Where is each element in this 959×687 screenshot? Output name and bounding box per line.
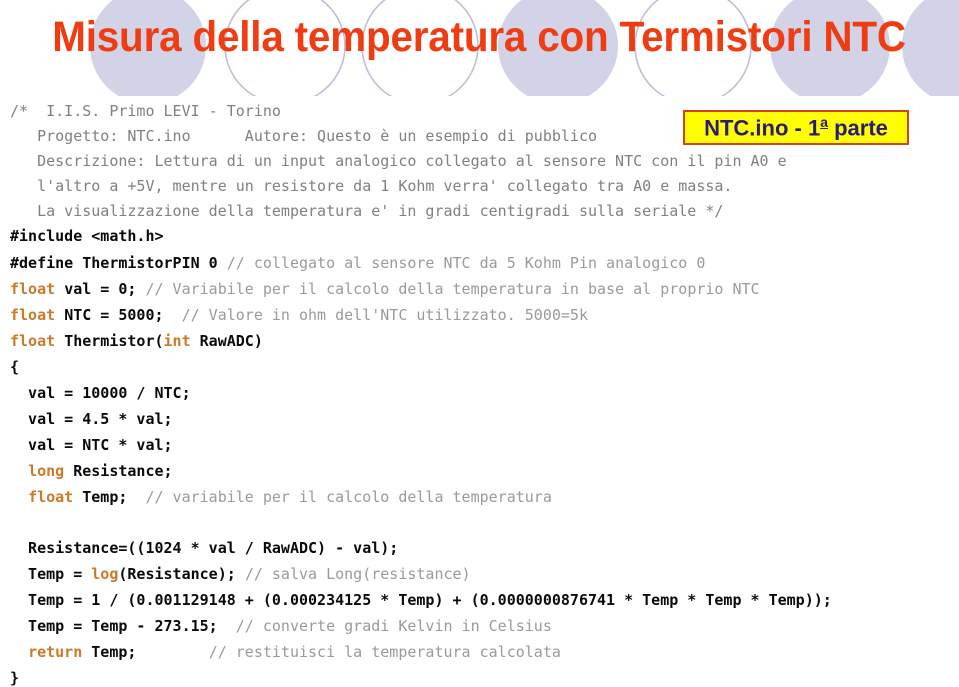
- code-token-kw: float: [10, 332, 65, 350]
- code-line: #include <math.h>: [10, 229, 164, 244]
- code-token-cd: #define ThermistorPIN 0: [10, 254, 227, 272]
- code-line: l'altro a +5V, mentre un resistore da 1 …: [10, 179, 732, 194]
- code-line: Temp = Temp - 273.15; // converte gradi …: [10, 619, 552, 634]
- code-line: val = NTC * val;: [10, 438, 173, 453]
- code-token-cd: [10, 643, 28, 661]
- code-token-plain: /* I.I.S. Primo LEVI - Torino: [10, 102, 281, 120]
- code-token-cd: val = 10000 / NTC;: [10, 384, 191, 402]
- code-token-cd: NTC = 5000;: [64, 306, 182, 324]
- code-listing: /* I.I.S. Primo LEVI - Torino Progetto: …: [0, 96, 959, 686]
- code-line: long Resistance;: [10, 464, 173, 479]
- code-token-plain: Descrizione: Lettura di un input analogi…: [10, 152, 787, 170]
- code-line: Progetto: NTC.ino Autore: Questo è un es…: [10, 129, 597, 144]
- page-title: Misura della temperatura con Termistori …: [52, 12, 907, 61]
- slide-title-banner: Misura della temperatura con Termistori …: [0, 6, 959, 68]
- code-token-cd: val = 0;: [64, 280, 146, 298]
- header-decoration-band: Misura della temperatura con Termistori …: [0, 0, 959, 96]
- code-token-kw: float: [10, 306, 65, 324]
- code-line: La visualizzazione della temperatura e' …: [10, 204, 723, 219]
- code-token-cd: Resistance;: [73, 462, 173, 480]
- code-token-cmt: // restituisci la temperatura calcolata: [208, 643, 561, 661]
- code-token-cmt: // collegato al sensore NTC da 5 Kohm Pi…: [226, 254, 706, 272]
- part-badge-label: NTC.ino - 1a parte: [704, 113, 888, 141]
- code-token-kw: long: [28, 462, 74, 480]
- code-token-cd: val = NTC * val;: [10, 436, 173, 454]
- code-line: Descrizione: Lettura di un input analogi…: [10, 154, 787, 169]
- code-token-cd: }: [10, 669, 20, 687]
- ordinal-superscript: a: [820, 113, 828, 130]
- code-token-cmt: // converte gradi Kelvin in Celsius: [235, 617, 552, 635]
- code-line: float NTC = 5000; // Valore in ohm dell'…: [10, 308, 588, 323]
- code-token-plain: La visualizzazione della temperatura e' …: [10, 202, 724, 220]
- code-line: Temp = 1 / (0.001129148 + (0.000234125 *…: [10, 593, 832, 608]
- code-token-cd: (Resistance);: [118, 565, 245, 583]
- code-line: val = 10000 / NTC;: [10, 386, 191, 401]
- code-line: float Thermistor(int RawADC): [10, 334, 263, 349]
- code-token-cd: [10, 462, 28, 480]
- code-line: Resistance=((1024 * val / RawADC) - val)…: [10, 541, 398, 556]
- code-line: val = 4.5 * val;: [10, 412, 173, 427]
- code-token-cd: [10, 488, 28, 506]
- code-token-kw: float: [28, 488, 83, 506]
- code-token-cd: Temp = Temp - 273.15;: [10, 617, 236, 635]
- code-token-cmt: // Variabile per il calcolo della temper…: [145, 280, 760, 298]
- code-token-cd: #include <math.h>: [10, 227, 164, 245]
- code-token-plain: l'altro a +5V, mentre un resistore da 1 …: [10, 177, 733, 195]
- code-token-cd: RawADC): [199, 332, 263, 350]
- code-token-cd: Temp;: [91, 643, 209, 661]
- code-token-kw: int: [163, 332, 200, 350]
- code-line: /* I.I.S. Primo LEVI - Torino: [10, 104, 281, 119]
- code-token-kw: log: [91, 565, 119, 583]
- code-token-cmt: // salva Long(resistance): [244, 565, 471, 583]
- code-token-cd: Temp =: [10, 565, 92, 583]
- code-line: float val = 0; // Variabile per il calco…: [10, 282, 760, 297]
- code-line: {: [10, 360, 19, 375]
- part-badge: NTC.ino - 1a parte: [683, 110, 909, 145]
- code-token-cmt: // Valore in ohm dell'NTC utilizzato. 50…: [181, 306, 588, 324]
- code-line: Temp = log(Resistance); // salva Long(re…: [10, 567, 471, 582]
- code-line: #define ThermistorPIN 0 // collegato al …: [10, 256, 705, 271]
- code-token-cd: Temp;: [82, 488, 146, 506]
- code-token-cd: Temp = 1 / (0.001129148 + (0.000234125 *…: [10, 591, 832, 609]
- code-token-cd: val = 4.5 * val;: [10, 410, 173, 428]
- code-line: float Temp; // variabile per il calcolo …: [10, 490, 552, 505]
- code-token-cd: Thermistor(: [64, 332, 164, 350]
- code-token-cmt: // variabile per il calcolo della temper…: [145, 488, 552, 506]
- code-token-kw: return: [28, 643, 92, 661]
- code-token-cd: Resistance=((1024 * val / RawADC) - val)…: [10, 539, 399, 557]
- code-line: }: [10, 671, 19, 686]
- code-line: return Temp; // restituisci la temperatu…: [10, 645, 561, 660]
- code-token-plain: Progetto: NTC.ino Autore: Questo è un es…: [10, 127, 597, 145]
- code-token-cd: {: [10, 358, 20, 376]
- code-token-kw: float: [10, 280, 65, 298]
